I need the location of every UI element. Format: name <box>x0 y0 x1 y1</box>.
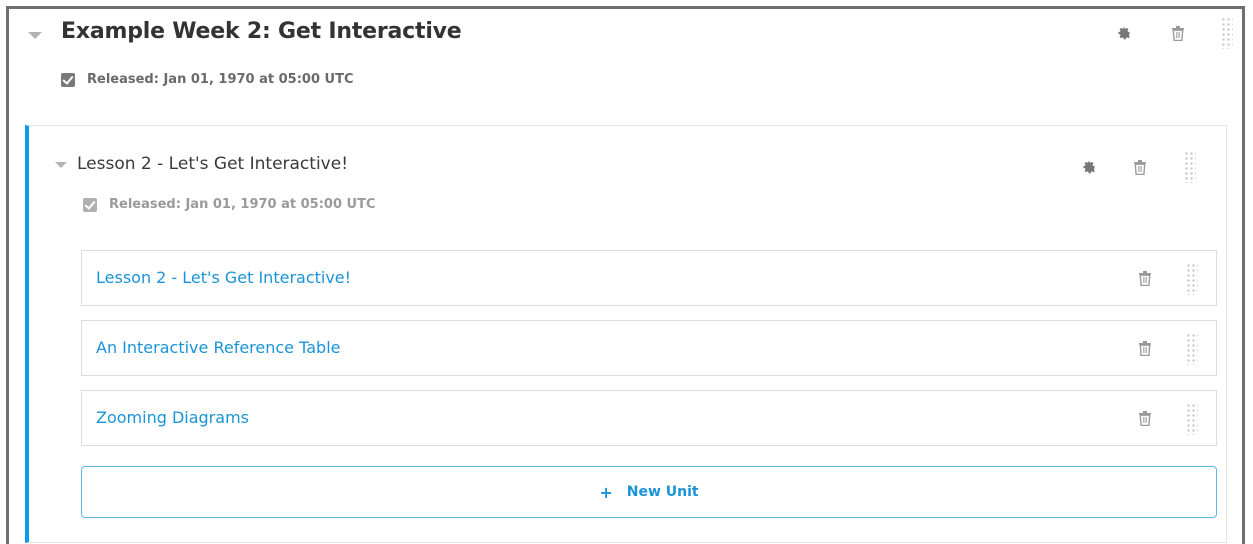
checkbox-icon <box>83 197 97 212</box>
unit-drag-handle-icon[interactable] <box>1186 403 1198 435</box>
section-release-status: Released: Jan 01, 1970 at 05:00 UTC <box>61 72 354 87</box>
subsection-collapse-arrow-icon[interactable] <box>51 155 71 175</box>
checkbox-icon <box>61 72 75 87</box>
unit-delete-trash-icon[interactable] <box>1134 407 1156 429</box>
new-unit-label: New Unit <box>626 484 699 500</box>
subsection-release-status: Released: Jan 01, 1970 at 05:00 UTC <box>83 197 376 212</box>
unit-link[interactable]: An Interactive Reference Table <box>96 338 340 357</box>
new-unit-button[interactable]: + New Unit <box>81 466 1217 518</box>
subsection-settings-gear-icon[interactable] <box>1078 156 1100 178</box>
subsection-drag-handle-icon[interactable] <box>1184 151 1196 183</box>
subsection-release-text: Released: Jan 01, 1970 at 05:00 UTC <box>109 197 376 212</box>
unit-row: Lesson 2 - Let's Get Interactive! <box>81 250 1217 306</box>
unit-delete-trash-icon[interactable] <box>1134 337 1156 359</box>
section-delete-trash-icon[interactable] <box>1167 22 1189 44</box>
section-release-text: Released: Jan 01, 1970 at 05:00 UTC <box>87 72 354 87</box>
subsection-panel: Lesson 2 - Let's Get Interactive! Releas… <box>25 125 1227 543</box>
section-header: Example Week 2: Get Interactive Released… <box>9 9 1242 109</box>
section-collapse-arrow-icon[interactable] <box>25 25 45 45</box>
unit-link[interactable]: Lesson 2 - Let's Get Interactive! <box>96 268 351 287</box>
subsection-title: Lesson 2 - Let's Get Interactive! <box>77 154 349 174</box>
unit-drag-handle-icon[interactable] <box>1186 333 1198 365</box>
unit-drag-handle-icon[interactable] <box>1186 263 1198 295</box>
unit-row: An Interactive Reference Table <box>81 320 1217 376</box>
section-drag-handle-icon[interactable] <box>1221 17 1233 49</box>
section-settings-gear-icon[interactable] <box>1113 22 1135 44</box>
section-panel: Example Week 2: Get Interactive Released… <box>6 6 1245 544</box>
unit-row: Zooming Diagrams <box>81 390 1217 446</box>
subsection-delete-trash-icon[interactable] <box>1129 156 1151 178</box>
plus-icon: + <box>599 482 613 502</box>
unit-delete-trash-icon[interactable] <box>1134 267 1156 289</box>
section-title: Example Week 2: Get Interactive <box>61 19 462 44</box>
unit-link[interactable]: Zooming Diagrams <box>96 408 249 427</box>
